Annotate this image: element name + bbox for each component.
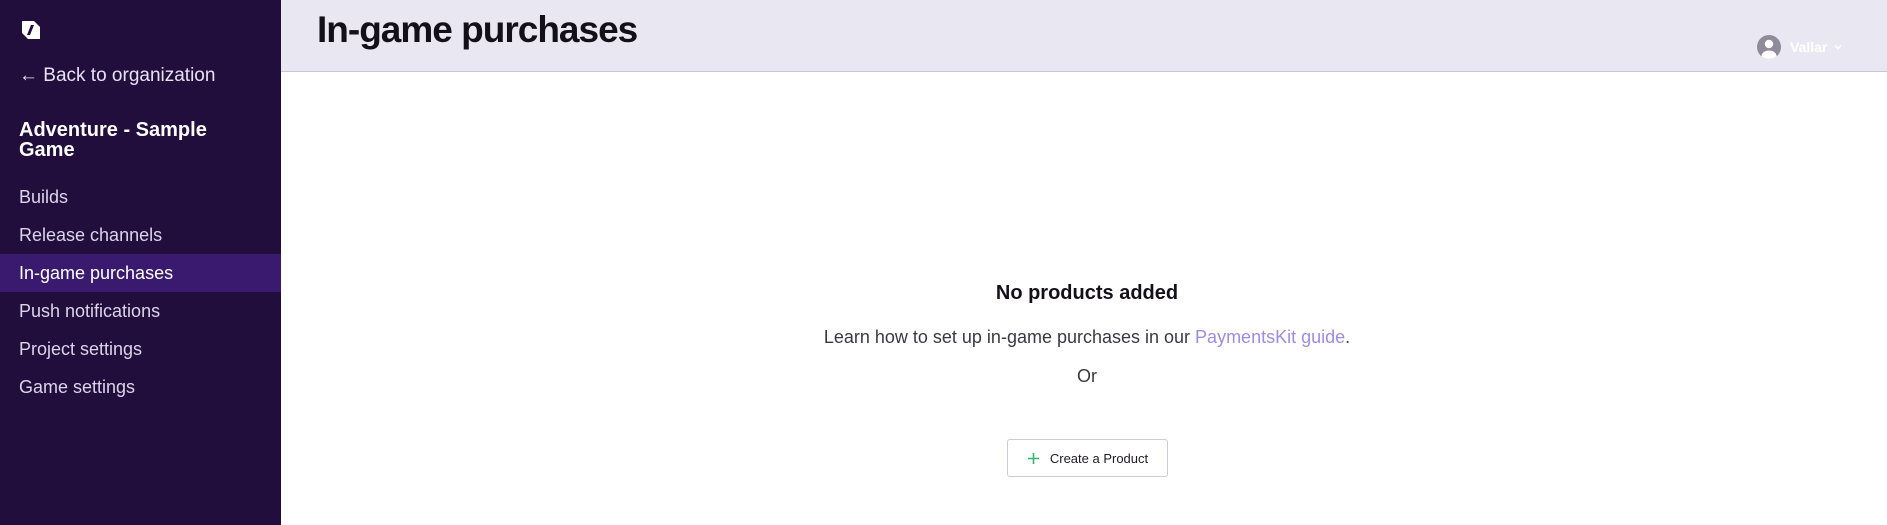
sidebar-item-push-notifications[interactable]: Push notifications bbox=[0, 292, 281, 330]
page-header: In-game purchases Vallar bbox=[281, 0, 1887, 72]
paymentskit-guide-link[interactable]: PaymentsKit guide bbox=[1195, 327, 1345, 347]
create-product-label: Create a Product bbox=[1049, 450, 1149, 466]
project-title: Adventure - Sample Game bbox=[19, 119, 207, 161]
sidebar-item-in-game-purchases[interactable]: In-game purchases bbox=[0, 254, 281, 292]
empty-state-description: Learn how to set up in-game purchases in… bbox=[281, 327, 1887, 348]
chevron-down-icon bbox=[1834, 45, 1842, 50]
empty-state-title: No products added bbox=[995, 282, 1179, 304]
sidebar-item-project-settings[interactable]: Project settings bbox=[0, 330, 281, 368]
user-avatar-icon bbox=[1757, 35, 1781, 59]
or-separator: Or bbox=[1077, 366, 1097, 386]
sidebar: ← Back to organization Adventure - Sampl… bbox=[0, 0, 281, 525]
plus-icon bbox=[1027, 452, 1039, 464]
sidebar-item-release-channels[interactable]: Release channels bbox=[0, 216, 281, 254]
sidebar-nav: Builds Release channels In-game purchase… bbox=[0, 178, 281, 406]
user-menu[interactable]: Vallar bbox=[1757, 34, 1843, 60]
user-name: Vallar bbox=[1790, 39, 1828, 55]
game-logo-icon[interactable] bbox=[18, 17, 44, 43]
back-to-organization-link[interactable]: ← Back to organization bbox=[19, 64, 215, 88]
create-product-button[interactable]: Create a Product bbox=[1007, 439, 1168, 477]
page-title: In-game purchases bbox=[317, 9, 638, 50]
sidebar-item-builds[interactable]: Builds bbox=[0, 178, 281, 216]
sidebar-item-game-settings[interactable]: Game settings bbox=[0, 368, 281, 406]
main-content: No products added Learn how to set up in… bbox=[281, 73, 1887, 525]
empty-desc-suffix: . bbox=[1345, 327, 1351, 347]
empty-desc-prefix: Learn how to set up in-game purchases in… bbox=[823, 327, 1196, 347]
